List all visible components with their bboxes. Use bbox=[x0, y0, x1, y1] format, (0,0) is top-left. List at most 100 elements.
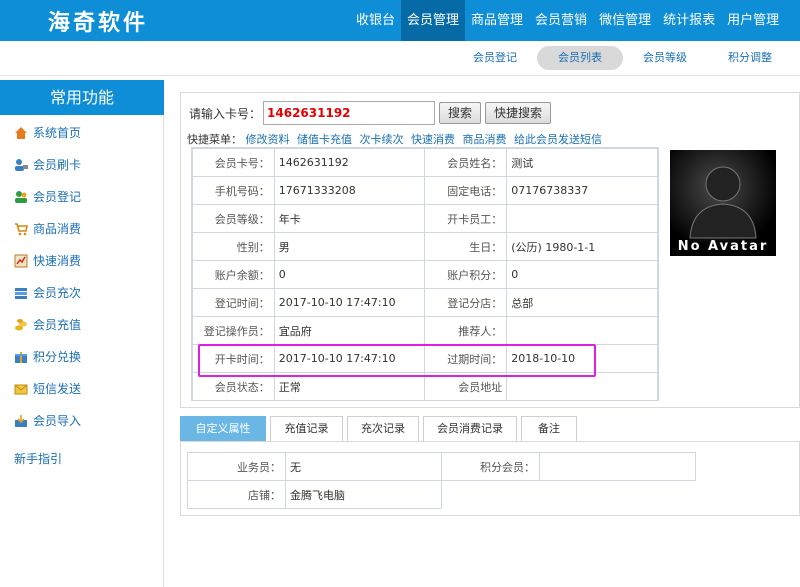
users-icon bbox=[14, 190, 28, 204]
top-bar: 海奇软件 收银台 会员管理 商品管理 会员营销 微信管理 统计报表 用户管理 bbox=[0, 0, 800, 41]
nav-member-marketing[interactable]: 会员营销 bbox=[529, 0, 593, 41]
nav-member-management[interactable]: 会员管理 bbox=[401, 0, 466, 41]
quick-search-button[interactable]: 快捷搜索 bbox=[485, 102, 552, 124]
table-row: 店铺： 金腾飞电脑 bbox=[187, 480, 696, 509]
table-row: 会员等级： 年卡 开卡员工： bbox=[192, 204, 658, 233]
field-value: 2017-10-10 17:47:10 bbox=[273, 288, 426, 317]
member-info-table: 会员卡号： 1462631192 会员姓名： 测试 手机号码： 17671333… bbox=[191, 147, 659, 401]
field-value: 2018-10-10 bbox=[506, 344, 658, 373]
cart-icon bbox=[14, 222, 28, 236]
field-label: 会员状态： bbox=[192, 372, 275, 401]
field-label: 积分会员： bbox=[441, 452, 540, 481]
quick-link-stored-value-recharge[interactable]: 储值卡充值 bbox=[297, 133, 352, 146]
member-avatar: No Avatar bbox=[670, 150, 776, 256]
tab-times-records[interactable]: 充次记录 bbox=[347, 416, 419, 442]
field-label: 账户积分： bbox=[424, 260, 508, 289]
detail-tabs: 自定义属性 充值记录 充次记录 会员消费记录 备注 bbox=[180, 416, 581, 442]
tab-consume-records[interactable]: 会员消费记录 bbox=[423, 416, 517, 442]
field-value: 金腾飞电脑 bbox=[285, 480, 442, 509]
subnav-member-list[interactable]: 会员列表 bbox=[537, 46, 623, 70]
nav-product-management[interactable]: 商品管理 bbox=[465, 0, 529, 41]
empty-cell bbox=[540, 481, 696, 509]
field-value: 总部 bbox=[506, 288, 658, 317]
subnav-member-register[interactable]: 会员登记 bbox=[460, 46, 530, 70]
table-row: 开卡时间： 2017-10-10 17:47:10 过期时间： 2018-10-… bbox=[192, 344, 658, 373]
tab-notes[interactable]: 备注 bbox=[521, 416, 577, 442]
avatar-label: No Avatar bbox=[677, 239, 769, 254]
sidebar-item-label: 商品消费 bbox=[33, 222, 82, 236]
table-row: 业务员： 无 积分会员： bbox=[187, 452, 696, 481]
nav-cashier[interactable]: 收银台 bbox=[350, 0, 401, 41]
card-number-label: 请输入卡号： bbox=[189, 106, 262, 121]
sidebar-item-label: 会员登记 bbox=[33, 190, 82, 204]
field-label: 登记时间： bbox=[192, 288, 275, 317]
quick-link-edit-profile[interactable]: 修改资料 bbox=[246, 133, 290, 146]
sidebar: 常用功能 系统首页 会员刷卡 会员登记 商品消费 快速消费 会员充次 会员充值 … bbox=[0, 80, 164, 587]
table-row: 会员状态： 正常 会员地址 bbox=[192, 372, 658, 401]
table-row: 手机号码： 17671333208 固定电话： 07176738337 bbox=[192, 176, 658, 205]
nav-wechat-management[interactable]: 微信管理 bbox=[593, 0, 657, 41]
empty-cell bbox=[442, 481, 540, 509]
field-label: 性别： bbox=[192, 232, 275, 261]
field-label: 会员地址 bbox=[424, 372, 508, 401]
quick-link-send-sms[interactable]: 给此会员发送短信 bbox=[514, 133, 602, 146]
field-label: 账户余额： bbox=[192, 260, 275, 289]
sidebar-item-sms-send[interactable]: 短信发送 bbox=[14, 379, 81, 399]
field-label: 登记操作员： bbox=[192, 316, 275, 345]
quick-link-times-card-renew[interactable]: 次卡续次 bbox=[360, 133, 404, 146]
quick-link-product-consume[interactable]: 商品消费 bbox=[463, 133, 507, 146]
field-value: 年卡 bbox=[273, 204, 426, 233]
field-value: 0 bbox=[273, 260, 426, 289]
card-number-input[interactable] bbox=[263, 101, 436, 125]
sidebar-item-label: 快速消费 bbox=[33, 254, 82, 268]
sidebar-item-member-register[interactable]: 会员登记 bbox=[14, 187, 81, 207]
field-value bbox=[506, 316, 658, 345]
field-label: 过期时间： bbox=[424, 344, 508, 373]
sidebar-item-member-swipe[interactable]: 会员刷卡 bbox=[14, 155, 81, 175]
sidebar-item-member-recharge-times[interactable]: 会员充次 bbox=[14, 283, 81, 303]
field-value: 正常 bbox=[273, 372, 426, 401]
sidebar-item-label: 系统首页 bbox=[33, 126, 82, 140]
sidebar-help-link[interactable]: 新手指引 bbox=[14, 450, 62, 467]
sidebar-item-member-import[interactable]: 会员导入 bbox=[14, 411, 81, 431]
field-value: 0 bbox=[506, 260, 658, 289]
field-value: 2017-10-10 17:47:10 bbox=[273, 344, 426, 373]
custom-attributes-panel: 业务员： 无 积分会员： 店铺： 金腾飞电脑 bbox=[180, 441, 800, 516]
table-row: 账户余额： 0 账户积分： 0 bbox=[192, 260, 658, 289]
table-row: 会员卡号： 1462631192 会员姓名： 测试 bbox=[192, 148, 658, 177]
field-value bbox=[506, 372, 658, 401]
field-value: 1462631192 bbox=[273, 148, 426, 177]
subnav-member-level[interactable]: 会员等级 bbox=[630, 46, 700, 70]
coins-icon bbox=[14, 318, 28, 332]
quick-menu: 快捷菜单： 修改资料 储值卡充值 次卡续次 快速消费 商品消费 给此会员发送短信 bbox=[187, 131, 606, 147]
nav-user-management[interactable]: 用户管理 bbox=[721, 0, 785, 41]
main-nav: 收银台 会员管理 商品管理 会员营销 微信管理 统计报表 用户管理 bbox=[350, 0, 785, 41]
tab-recharge-records[interactable]: 充值记录 bbox=[270, 416, 343, 442]
field-label: 生日： bbox=[424, 232, 508, 261]
sidebar-item-member-recharge[interactable]: 会员充值 bbox=[14, 315, 81, 335]
sidebar-item-quick-consume[interactable]: 快速消费 bbox=[14, 251, 81, 271]
field-label: 推荐人： bbox=[424, 316, 508, 345]
sidebar-item-label: 会员充次 bbox=[33, 286, 82, 300]
search-button[interactable]: 搜索 bbox=[439, 102, 482, 124]
field-label: 会员卡号： bbox=[192, 148, 275, 177]
nav-reports[interactable]: 统计报表 bbox=[657, 0, 721, 41]
sidebar-item-product-consume[interactable]: 商品消费 bbox=[14, 219, 81, 239]
table-row: 性别： 男 生日： (公历) 1980-1-1 bbox=[192, 232, 658, 261]
table-row: 登记时间： 2017-10-10 17:47:10 登记分店： 总部 bbox=[192, 288, 658, 317]
chart-icon bbox=[14, 254, 28, 268]
field-label: 业务员： bbox=[187, 452, 286, 481]
field-label: 开卡时间： bbox=[192, 344, 275, 373]
import-icon bbox=[14, 414, 28, 428]
quick-menu-label: 快捷菜单： bbox=[187, 133, 242, 146]
field-value bbox=[539, 452, 696, 481]
subnav-points-adjust[interactable]: 积分调整 bbox=[715, 46, 785, 70]
sidebar-item-home[interactable]: 系统首页 bbox=[14, 123, 81, 143]
field-label: 固定电话： bbox=[424, 176, 508, 205]
sidebar-item-points-exchange[interactable]: 积分兑换 bbox=[14, 347, 81, 367]
card-search-row: 请输入卡号： 搜索 快捷搜索 bbox=[189, 101, 552, 125]
quick-link-quick-consume[interactable]: 快速消费 bbox=[411, 133, 455, 146]
tab-custom-attributes[interactable]: 自定义属性 bbox=[180, 416, 266, 442]
sidebar-item-label: 会员刷卡 bbox=[33, 158, 82, 172]
mail-icon bbox=[14, 382, 28, 396]
